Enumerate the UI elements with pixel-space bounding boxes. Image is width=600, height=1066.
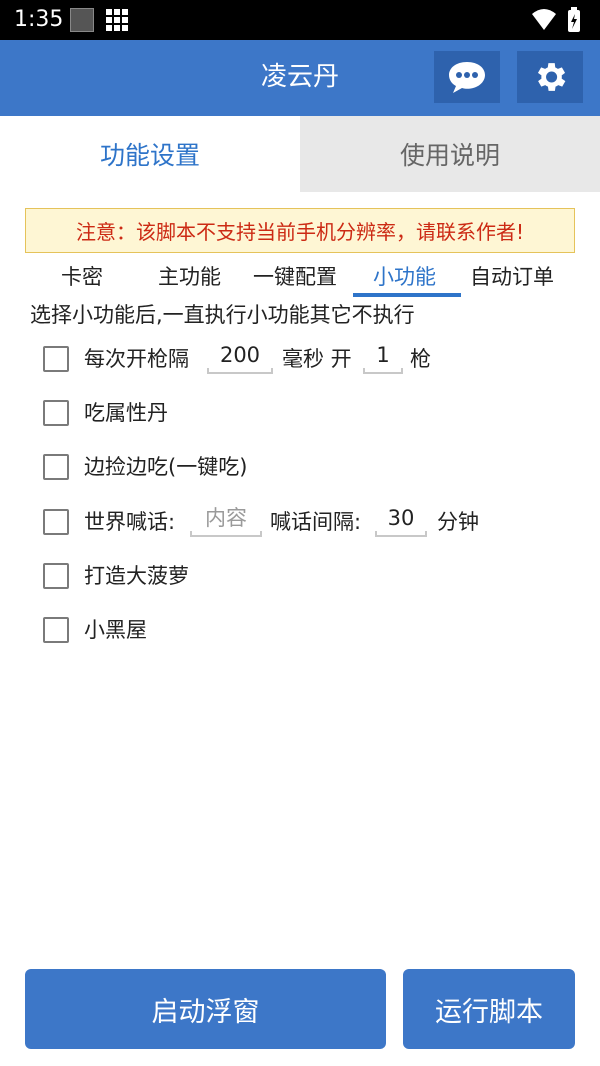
active-subtab-indicator: [353, 293, 461, 297]
grid-icon: [106, 9, 128, 31]
app-bar: 凌云丹: [0, 40, 600, 116]
black-room-label: 小黑屋: [84, 618, 147, 642]
shout-content-input[interactable]: 内容: [190, 503, 262, 537]
run-script-button[interactable]: 运行脚本: [403, 969, 575, 1049]
option-fire-interval: 每次开枪隔 200 毫秒 开 1 枪: [0, 338, 600, 382]
gear-icon: [537, 63, 566, 91]
subtab-card-key[interactable]: 卡密: [61, 262, 103, 292]
notification-thumbnail-icon: [70, 8, 94, 32]
app-title: 凌云丹: [260, 62, 339, 92]
shout-interval-unit: 分钟: [437, 510, 479, 534]
fire-count-unit: 枪: [410, 347, 431, 371]
world-shout-label: 世界喊话:: [84, 510, 176, 534]
fire-interval-label: 每次开枪隔: [84, 347, 189, 371]
sub-tabs: 卡密 主功能 一键配置 小功能 自动订单: [0, 258, 600, 298]
fire-interval-input[interactable]: 200: [207, 340, 273, 374]
world-shout-checkbox[interactable]: [43, 509, 69, 535]
shout-interval-label: 喊话间隔:: [270, 510, 362, 534]
status-icons: [530, 6, 588, 38]
subtab-auto-order[interactable]: 自动订单: [470, 262, 554, 292]
subtab-main-function[interactable]: 主功能: [158, 262, 221, 292]
subtab-one-key-config[interactable]: 一键配置: [253, 262, 337, 292]
pick-eat-checkbox[interactable]: [43, 454, 69, 480]
option-world-shout: 世界喊话: 内容 喊话间隔: 30 分钟: [0, 501, 600, 545]
pick-eat-label: 边捡边吃(一键吃): [84, 455, 248, 479]
wifi-icon: [532, 7, 580, 32]
start-float-window-button[interactable]: 启动浮窗: [25, 969, 386, 1049]
pineapple-label: 打造大菠萝: [84, 564, 189, 588]
tab-instructions[interactable]: 使用说明: [300, 116, 600, 192]
option-pick-eat: 边捡边吃(一键吃): [0, 446, 600, 490]
shout-interval-input[interactable]: 30: [375, 503, 427, 537]
settings-button[interactable]: [517, 51, 583, 103]
fire-interval-checkbox[interactable]: [43, 346, 69, 372]
black-room-checkbox[interactable]: [43, 617, 69, 643]
pineapple-checkbox[interactable]: [43, 563, 69, 589]
status-time: 1:35: [14, 7, 64, 32]
option-black-room: 小黑屋: [0, 609, 600, 653]
top-tabs: 功能设置 使用说明: [0, 116, 600, 192]
hint-text: 选择小功能后,一直执行小功能其它不执行: [30, 303, 415, 327]
warning-notice: 注意：该脚本不支持当前手机分辨率，请联系作者!: [25, 208, 575, 253]
fire-interval-unit: 毫秒 开: [282, 347, 352, 371]
option-eat-attr-pill: 吃属性丹: [0, 392, 600, 436]
fire-count-input[interactable]: 1: [363, 340, 403, 374]
chat-bubble-icon: [449, 62, 485, 93]
subtab-mini-function[interactable]: 小功能: [373, 262, 436, 292]
eat-attr-pill-checkbox[interactable]: [43, 400, 69, 426]
tab-function-settings[interactable]: 功能设置: [0, 116, 300, 192]
chat-button[interactable]: [434, 51, 500, 103]
option-pineapple: 打造大菠萝: [0, 555, 600, 599]
status-bar: 1:35: [0, 0, 600, 40]
eat-attr-pill-label: 吃属性丹: [84, 401, 168, 425]
